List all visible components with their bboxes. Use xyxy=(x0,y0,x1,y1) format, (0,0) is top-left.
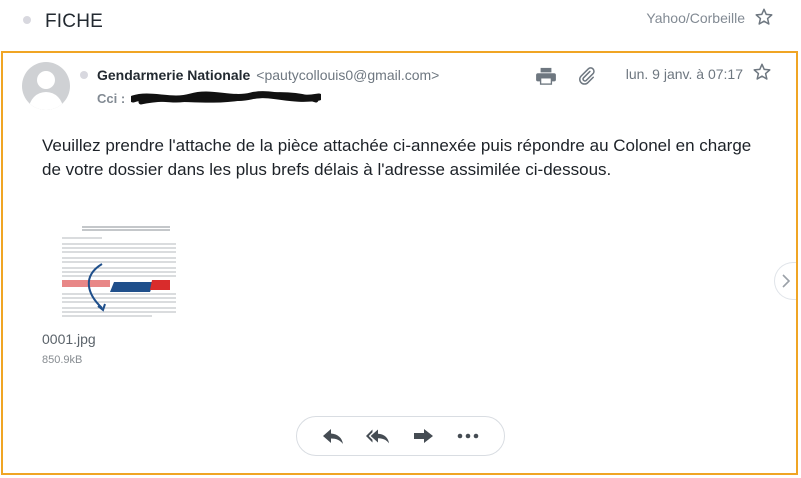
cci-row: Cci : xyxy=(97,90,322,106)
star-icon[interactable] xyxy=(754,7,774,27)
document-preview-image xyxy=(42,224,176,328)
message-card: Gendarmerie Nationale <pautycollouis0@gm… xyxy=(1,51,798,475)
folder-path[interactable]: Yahoo/Corbeille xyxy=(646,10,745,26)
next-message-tab[interactable] xyxy=(774,262,796,300)
more-icon xyxy=(457,433,478,439)
message-header-bar: FICHE Yahoo/Corbeille xyxy=(0,0,801,46)
attachment-size: 850.9kB xyxy=(42,354,83,366)
message-body: Veuillez prendre l'attache de la pièce a… xyxy=(42,136,752,179)
attachment-thumbnail[interactable] xyxy=(42,224,176,328)
message-date: lun. 9 janv. à 07:17 xyxy=(625,66,743,82)
cci-label: Cci : xyxy=(97,90,126,106)
star-icon[interactable] xyxy=(752,62,772,82)
attachment-filename[interactable]: 0001.jpg xyxy=(42,331,96,347)
unread-dot xyxy=(23,16,31,24)
print-icon[interactable] xyxy=(535,67,557,85)
sender-email[interactable]: <pautycollouis0@gmail.com> xyxy=(256,67,439,83)
sender-dot xyxy=(80,71,88,79)
from-row: Gendarmerie Nationale <pautycollouis0@gm… xyxy=(80,67,439,83)
reply-button[interactable] xyxy=(318,423,348,449)
message-actions xyxy=(296,416,505,456)
forward-button[interactable] xyxy=(408,423,438,449)
sender-name[interactable]: Gendarmerie Nationale xyxy=(97,67,250,83)
message-subject: FICHE xyxy=(45,11,103,32)
message-tools xyxy=(535,66,597,86)
avatar[interactable] xyxy=(22,62,70,110)
reply-all-icon xyxy=(366,429,390,444)
reply-icon xyxy=(323,429,344,444)
redaction-scribble xyxy=(131,91,322,105)
reply-all-button[interactable] xyxy=(363,423,393,449)
paperclip-icon[interactable] xyxy=(577,66,597,86)
forward-icon xyxy=(413,429,433,443)
chevron-right-icon xyxy=(782,274,791,288)
more-button[interactable] xyxy=(453,423,483,449)
